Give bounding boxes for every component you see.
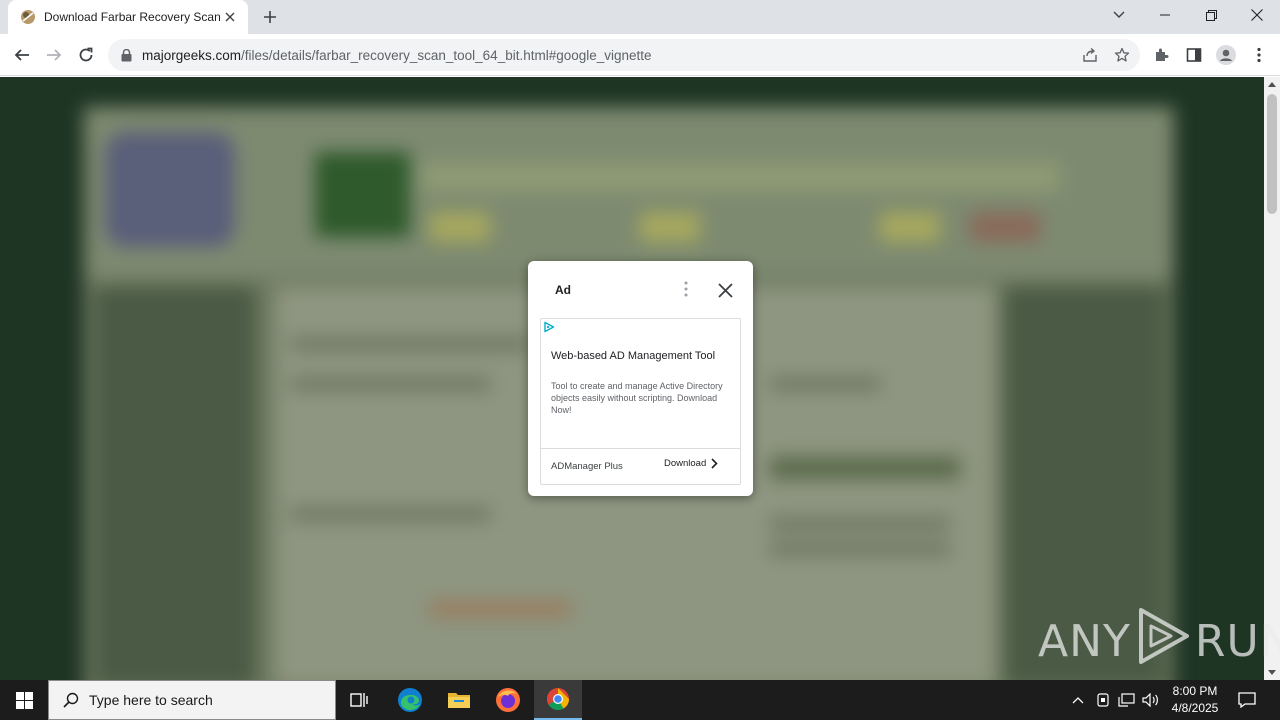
network-icon[interactable]: [1117, 690, 1137, 710]
url-domain: majorgeeks.com: [142, 47, 242, 63]
side-panel-icon[interactable]: [1182, 43, 1206, 67]
bg-button-shape: [770, 457, 960, 479]
firefox-icon: [496, 688, 520, 712]
bg-text-line: [770, 542, 950, 556]
bg-left-sidebar: [95, 287, 255, 680]
taskbar-edge[interactable]: [386, 680, 434, 720]
scroll-down-arrow-icon[interactable]: [1268, 670, 1276, 675]
scrollbar-thumb[interactable]: [1267, 94, 1277, 214]
bg-logo: [315, 152, 410, 237]
bg-nav-chip: [880, 212, 940, 242]
tray-chevron-up-icon[interactable]: [1068, 690, 1088, 710]
task-view-button[interactable]: [336, 680, 384, 720]
bg-mascot-image: [105, 132, 235, 247]
bg-text-line: [290, 337, 530, 351]
task-view-icon: [350, 693, 368, 707]
forward-button[interactable]: [40, 41, 68, 69]
volume-icon[interactable]: [1141, 690, 1161, 710]
ad-close-icon[interactable]: [714, 279, 736, 301]
start-button[interactable]: [0, 680, 48, 720]
bg-banner-strip: [420, 162, 1060, 192]
ad-creative-card[interactable]: Web-based AD Management Tool Tool to cre…: [540, 318, 741, 485]
url-text[interactable]: majorgeeks.com/files/details/farbar_reco…: [142, 48, 652, 63]
browser-tab[interactable]: Download Farbar Recovery Scan Tool 64 Bi…: [8, 0, 248, 34]
new-tab-button[interactable]: [258, 5, 282, 29]
ad-advertiser-name[interactable]: ADManager Plus: [551, 461, 623, 472]
restore-button[interactable]: [1188, 0, 1234, 30]
vignette-ad-dialog: Ad Web-based AD Management Tool Tool to …: [528, 261, 753, 496]
close-window-button[interactable]: [1234, 0, 1280, 30]
windows-logo-icon: [15, 691, 33, 709]
play-triangle-icon: [1135, 606, 1191, 677]
reload-button[interactable]: [72, 41, 100, 69]
address-bar[interactable]: majorgeeks.com/files/details/farbar_reco…: [108, 39, 1140, 71]
folder-icon: [448, 693, 470, 708]
anyrun-watermark: ANY RUN: [1038, 607, 1280, 673]
tab-strip: Download Farbar Recovery Scan Tool 64 Bi…: [0, 0, 1280, 34]
tab-title: Download Farbar Recovery Scan Tool 64 Bi…: [44, 10, 220, 24]
clock-date: 4/8/2025: [1171, 701, 1219, 715]
tray-device-icon[interactable]: [1093, 690, 1113, 710]
profile-avatar-icon[interactable]: [1214, 43, 1238, 67]
scroll-up-arrow-icon[interactable]: [1268, 82, 1276, 87]
watermark-left-text: ANY: [1038, 615, 1131, 667]
share-icon[interactable]: [1079, 44, 1101, 66]
more-menu-kebab-icon[interactable]: [1247, 43, 1271, 67]
bg-text-line: [770, 517, 950, 531]
clock-time: 8:00 PM: [1172, 684, 1218, 698]
chrome-icon: [547, 688, 569, 710]
ad-body-text: Tool to create and manage Active Directo…: [551, 381, 723, 415]
taskbar-clock[interactable]: 8:00 PM 4/8/2025: [1166, 683, 1224, 717]
majorgeeks-favicon-icon: [20, 9, 36, 25]
tab-search-chevron-down-icon[interactable]: [1096, 0, 1142, 30]
browser-toolbar: majorgeeks.com/files/details/farbar_reco…: [0, 34, 1280, 76]
bg-text-line: [290, 507, 490, 521]
bg-nav-chip: [640, 212, 700, 242]
bg-text-line: [290, 377, 490, 391]
bg-nav-chip: [970, 212, 1040, 242]
windows-taskbar: Type here to search 8:00 PM 4/8/2025: [0, 680, 1280, 720]
watermark-right-text: RUN: [1194, 615, 1280, 667]
bg-nav-chip: [430, 212, 490, 242]
taskbar-file-explorer[interactable]: [435, 680, 483, 720]
adchoices-icon[interactable]: [541, 319, 557, 335]
bg-text-line: [770, 377, 880, 391]
ad-cta-label: Download: [664, 458, 707, 469]
page-scrollbar[interactable]: [1264, 77, 1280, 680]
ad-options-kebab-icon[interactable]: [676, 279, 696, 299]
url-path: /files/details/farbar_recovery_scan_tool…: [241, 47, 652, 63]
taskbar-chrome[interactable]: [534, 680, 582, 720]
bg-text-line: [430, 602, 570, 616]
ad-label: Ad: [555, 283, 571, 297]
chevron-right-icon: [711, 458, 718, 469]
minimize-button[interactable]: [1142, 0, 1188, 30]
extensions-puzzle-icon[interactable]: [1150, 43, 1174, 67]
taskbar-firefox[interactable]: [484, 680, 532, 720]
bg-header: [84, 107, 1174, 277]
tab-close-icon[interactable]: [220, 7, 240, 27]
search-icon: [63, 692, 79, 708]
lock-icon[interactable]: [120, 48, 132, 62]
search-placeholder: Type here to search: [89, 692, 213, 708]
edge-icon: [398, 688, 422, 712]
ad-headline[interactable]: Web-based AD Management Tool: [551, 350, 715, 362]
bookmark-star-icon[interactable]: [1111, 44, 1133, 66]
notification-center-icon[interactable]: [1236, 690, 1258, 710]
ad-divider: [541, 448, 740, 449]
taskbar-search-box[interactable]: Type here to search: [48, 680, 336, 720]
ad-download-button[interactable]: Download: [664, 458, 718, 469]
back-button[interactable]: [8, 41, 36, 69]
